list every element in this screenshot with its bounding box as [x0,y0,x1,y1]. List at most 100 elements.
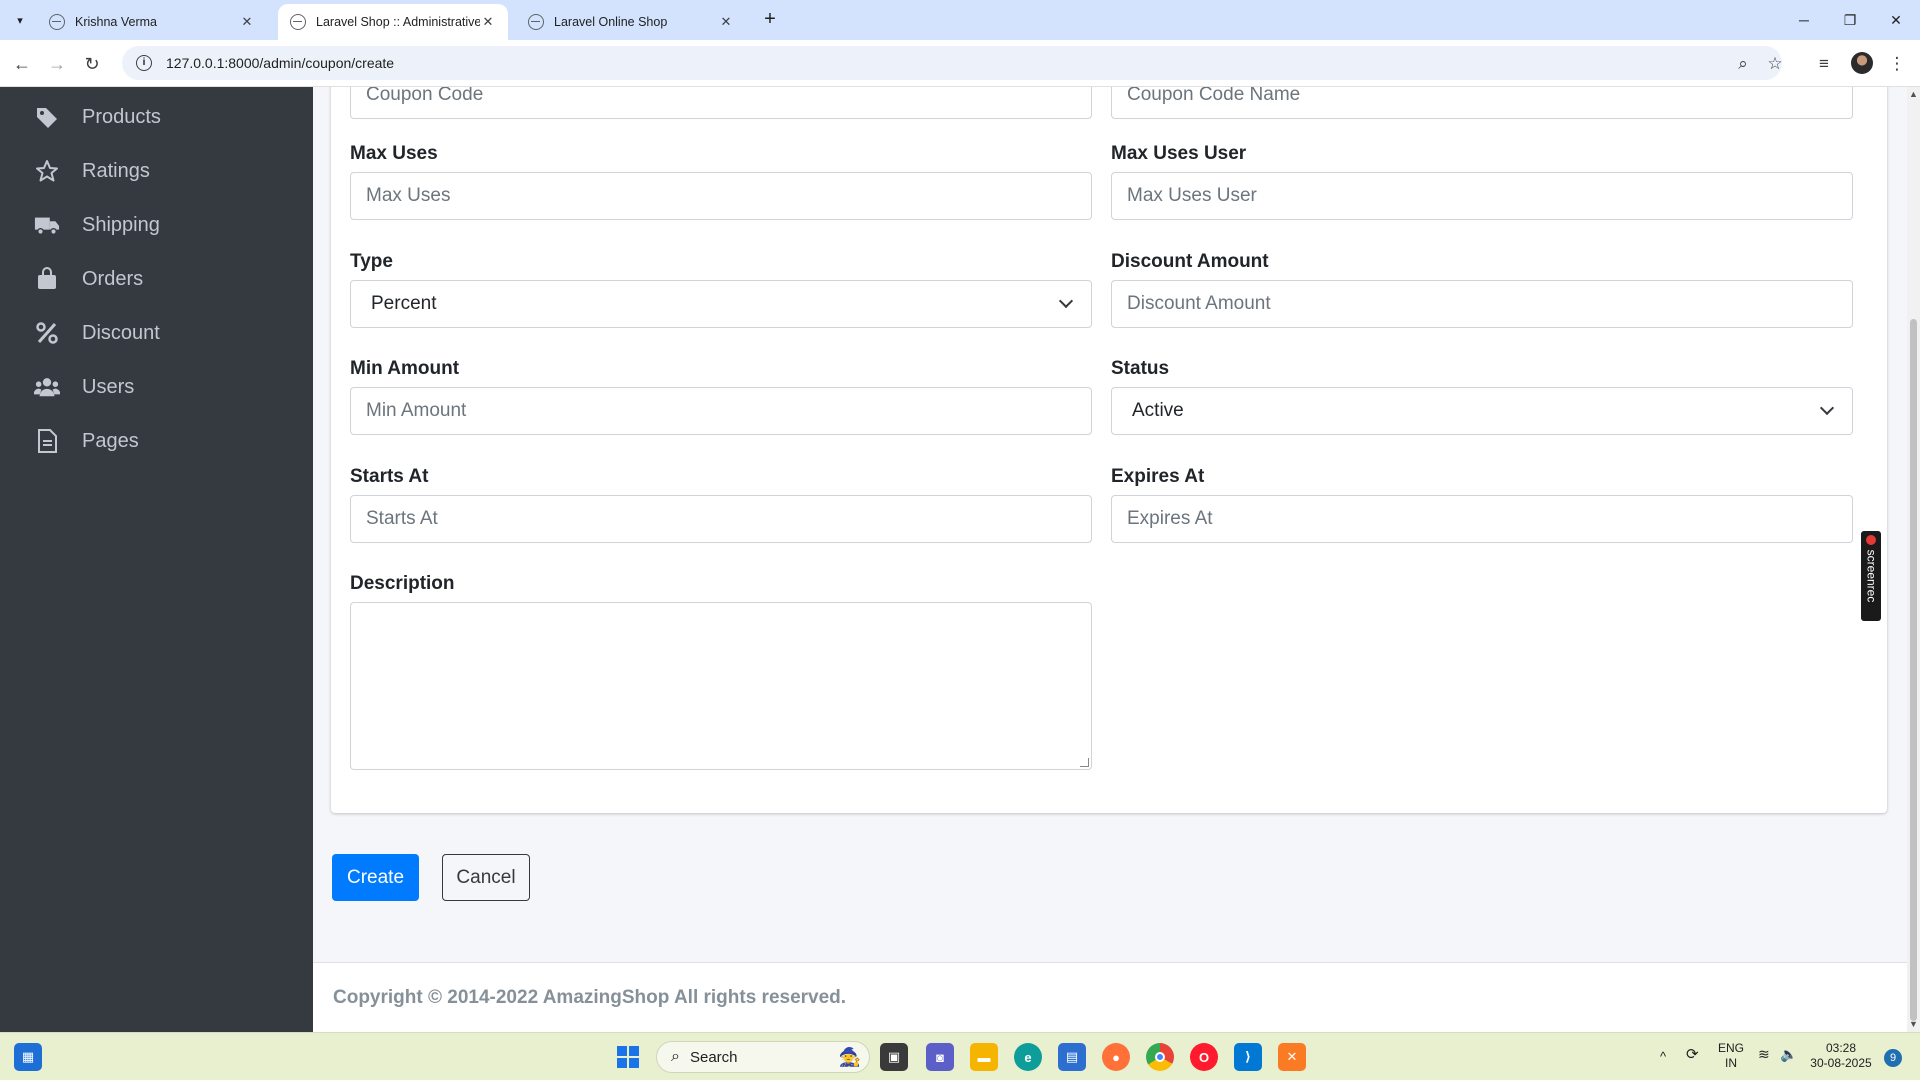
task-view-icon[interactable]: ▣ [880,1043,908,1071]
file-icon [34,428,60,454]
max-uses-input[interactable]: Max Uses [350,172,1092,220]
restore-icon[interactable]: ❐ [1835,8,1865,32]
sidebar-item-orders[interactable]: Orders [34,259,143,299]
record-dot-icon [1866,535,1876,545]
sidebar-item-label: Pages [82,429,139,452]
notification-badge[interactable]: 9 [1884,1049,1902,1067]
opera-icon[interactable]: O [1190,1043,1218,1071]
profile-avatar[interactable] [1851,52,1873,74]
close-tab-icon[interactable]: ✕ [718,14,734,30]
input-placeholder: Starts At [366,508,438,529]
sidebar-item-label: Discount [82,321,160,344]
discount-amount-label: Discount Amount [1111,251,1269,272]
type-select[interactable]: Percent [350,280,1092,328]
browser-tab-laravel-shop-admin[interactable]: Laravel Shop :: Administrative P ✕ [278,4,508,40]
browser-toolbar: ← → ↻ i 127.0.0.1:8000/admin/coupon/crea… [0,40,1920,87]
windows-taskbar: ▦ ⌕ Search 🧙 ▣ ◙ ▬ e ▤ ● O ⟩ ✕ ^ ⟳ ENG I… [0,1032,1920,1080]
scroll-down-icon[interactable]: ▼ [1909,1019,1918,1029]
coupon-name-input[interactable]: Coupon Code Name [1111,87,1853,119]
file-explorer-icon[interactable]: ▬ [970,1043,998,1071]
main-content: Coupon Code Coupon Code Name Max Uses Ma… [313,87,1907,1032]
taskbar-search[interactable]: ⌕ Search 🧙 [656,1041,870,1073]
clock-time: 03:28 [1825,1041,1857,1055]
tab-search-chevron-icon[interactable]: ▾ [8,8,32,32]
input-placeholder: Expires At [1127,508,1213,529]
taskbar-search-label: Search [689,1048,738,1066]
tag-icon [34,104,60,130]
input-placeholder: Discount Amount [1127,293,1271,314]
max-uses-label: Max Uses [350,143,438,164]
language-indicator[interactable]: ENG IN [1716,1041,1746,1071]
sidebar-item-discount[interactable]: Discount [34,313,160,353]
widgets-icon[interactable]: ▦ [14,1043,42,1071]
microsoft-store-icon[interactable]: ▤ [1058,1043,1086,1071]
screenrec-widget[interactable]: screenrec [1861,531,1881,621]
clock[interactable]: 03:28 30-08-2025 [1806,1041,1876,1071]
volume-muted-icon[interactable]: 🔈 [1780,1047,1797,1062]
input-placeholder: Coupon Code Name [1127,87,1301,105]
teams-chat-icon[interactable]: ◙ [926,1043,954,1071]
wifi-icon[interactable]: ≋ [1758,1047,1770,1062]
min-amount-label: Min Amount [350,358,460,379]
coupon-code-input[interactable]: Coupon Code [350,87,1092,119]
create-button[interactable]: Create [332,854,419,901]
tab-title: Laravel Shop :: Administrative P [316,15,480,29]
status-select[interactable]: Active [1111,387,1853,435]
minimize-icon[interactable]: ─ [1789,8,1819,32]
truck-icon [34,212,60,238]
bookmark-star-icon[interactable]: ☆ [1763,52,1787,76]
copyright-text: Copyright © 2014-2022 AmazingShop All ri… [333,986,847,1008]
tray-overflow-chevron-icon[interactable]: ^ [1660,1049,1666,1064]
close-tab-icon[interactable]: ✕ [239,14,255,30]
chrome-icon[interactable] [1146,1043,1174,1071]
sidebar-item-users[interactable]: Users [34,367,134,407]
description-textarea[interactable] [350,602,1092,770]
forward-arrow-icon[interactable]: → [43,50,71,78]
star-icon [34,158,60,184]
reload-icon[interactable]: ↻ [78,50,106,78]
sidebar-item-pages[interactable]: Pages [34,421,139,461]
sync-icon[interactable]: ⟳ [1686,1047,1699,1062]
input-placeholder: Min Amount [366,400,467,421]
new-tab-button[interactable]: + [758,8,782,32]
page-scrollbar[interactable]: ▲ ▼ [1907,87,1920,1032]
sidebar-item-ratings[interactable]: Ratings [34,151,150,191]
menu-kebab-icon[interactable]: ⋮ [1885,52,1909,76]
media-controls-icon[interactable]: ≡ [1812,52,1836,76]
globe-icon [528,14,544,30]
min-amount-input[interactable]: Min Amount [350,387,1092,435]
expires-at-input[interactable]: Expires At [1111,495,1853,543]
sidebar-item-label: Shipping [82,213,160,236]
starts-at-label: Starts At [350,466,429,487]
users-icon [34,374,60,400]
sidebar-item-shipping[interactable]: Shipping [34,205,160,245]
scroll-up-icon[interactable]: ▲ [1909,89,1918,99]
address-bar[interactable]: i 127.0.0.1:8000/admin/coupon/create [122,46,1782,80]
globe-icon [49,14,65,30]
zoom-icon[interactable]: ⌕ [1731,52,1755,76]
vscode-icon[interactable]: ⟩ [1234,1043,1262,1071]
firefox-icon[interactable]: ● [1102,1043,1130,1071]
input-placeholder: Coupon Code [366,87,484,105]
tab-title: Krishna Verma [75,15,157,29]
windows-start-icon[interactable] [614,1043,642,1071]
description-label: Description [350,573,455,594]
close-window-icon[interactable]: ✕ [1881,8,1911,32]
starts-at-input[interactable]: Starts At [350,495,1092,543]
browser-tab-laravel-online-shop[interactable]: Laravel Online Shop ✕ [516,4,746,40]
close-tab-icon[interactable]: ✕ [480,14,496,30]
cancel-button[interactable]: Cancel [442,854,530,901]
tab-title: Laravel Online Shop [554,15,668,29]
xampp-icon[interactable]: ✕ [1278,1043,1306,1071]
expires-at-label: Expires At [1111,466,1205,487]
back-arrow-icon[interactable]: ← [8,50,36,78]
sidebar-item-products[interactable]: Products [34,97,161,137]
edge-browser-icon[interactable]: e [1014,1043,1042,1071]
search-icon: ⌕ [671,1048,680,1065]
browser-tab-krishna-verma[interactable]: Krishna Verma ✕ [37,4,267,40]
site-info-icon[interactable]: i [136,55,152,71]
scrollbar-thumb[interactable] [1910,319,1917,1021]
screenrec-label: screenrec [1864,549,1878,603]
discount-amount-input[interactable]: Discount Amount [1111,280,1853,328]
max-uses-user-input[interactable]: Max Uses User [1111,172,1853,220]
